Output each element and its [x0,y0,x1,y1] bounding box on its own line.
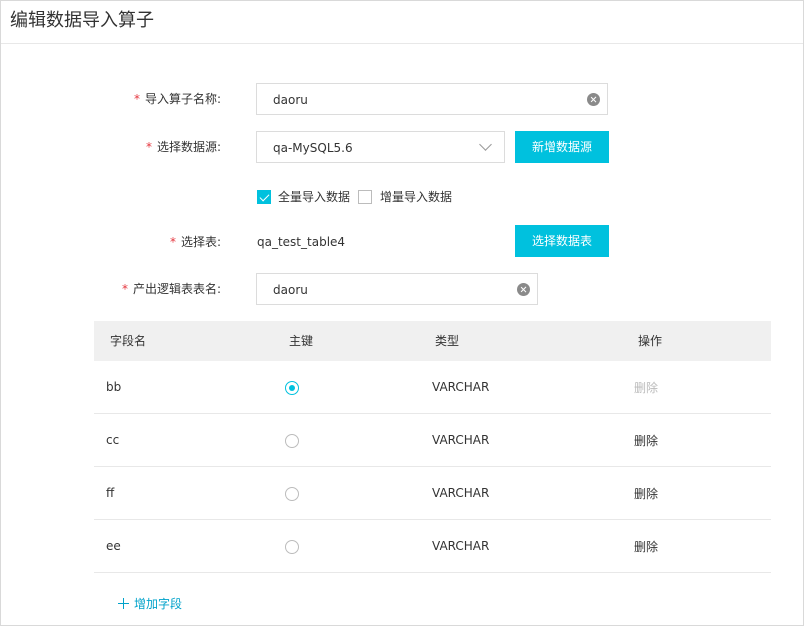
clear-icon[interactable] [587,93,600,106]
column-header-name: 字段名 [110,334,147,348]
dialog-header: 编辑数据导入算子 [1,1,803,44]
primary-key-radio[interactable] [285,487,299,501]
primary-key-radio[interactable] [285,540,299,554]
output-table-input[interactable]: daoru [256,273,538,305]
full-import-checkbox[interactable] [257,190,271,204]
required-mark: * [133,92,140,106]
table-header: 字段名 主键 类型 操作 [94,321,771,361]
datasource-label: * 选择数据源: [1,139,221,155]
chevron-down-icon [479,138,492,151]
incremental-import-checkbox[interactable] [358,190,372,204]
table-row: ff VARCHAR 删除 [94,467,771,520]
operator-name-label-text: 导入算子名称: [144,92,221,106]
field-name: ee [106,539,121,553]
operator-name-label: * 导入算子名称: [1,91,221,107]
column-header-primary-key: 主键 [289,334,314,348]
required-mark: * [121,282,128,296]
new-datasource-button[interactable]: 新增数据源 [515,131,609,163]
page-title: 编辑数据导入算子 [10,10,154,31]
selected-table-value: qa_test_table4 [257,235,346,249]
delete-button[interactable]: 删除 [634,433,658,449]
add-field-label: 增加字段 [134,597,183,611]
column-header-type: 类型 [435,334,460,348]
plus-icon [118,598,129,609]
column-header-action: 操作 [638,334,663,348]
select-table-button[interactable]: 选择数据表 [515,225,609,257]
table-row: cc VARCHAR 删除 [94,414,771,467]
field-type: VARCHAR [432,486,490,500]
full-import-label: 全量导入数据 [278,190,351,204]
dialog: 编辑数据导入算子 * 导入算子名称: daoru * 选择数据源: qa-MySQL… [0,0,804,626]
output-table-label-text: 产出逻辑表表名: [132,282,221,296]
delete-button[interactable]: 删除 [634,539,658,555]
output-table-value: daoru [273,283,308,297]
field-name: cc [106,433,120,447]
field-name: bb [106,380,122,394]
delete-button: 删除 [634,381,659,395]
table-label: * 选择表: [1,234,221,250]
field-name: ff [106,486,115,500]
required-mark: * [145,140,152,154]
operator-name-input[interactable]: daoru [256,83,608,115]
table-row: ee VARCHAR 删除 [94,520,771,573]
field-type: VARCHAR [432,380,490,394]
output-table-label: * 产出逻辑表表名: [1,281,221,297]
table-label-text: 选择表: [180,235,221,249]
incremental-import-label: 增量导入数据 [380,190,453,204]
primary-key-radio[interactable] [285,381,299,395]
field-type: VARCHAR [432,539,490,553]
table-row: bb VARCHAR 删除 [94,361,771,414]
datasource-label-text: 选择数据源: [156,140,221,154]
operator-name-value: daoru [273,93,308,107]
clear-icon[interactable] [517,283,530,296]
delete-button[interactable]: 删除 [634,486,658,502]
required-mark: * [169,235,176,249]
datasource-value: qa-MySQL5.6 [273,141,353,155]
field-type: VARCHAR [432,433,490,447]
primary-key-radio[interactable] [285,434,299,448]
datasource-select[interactable]: qa-MySQL5.6 [256,131,505,163]
